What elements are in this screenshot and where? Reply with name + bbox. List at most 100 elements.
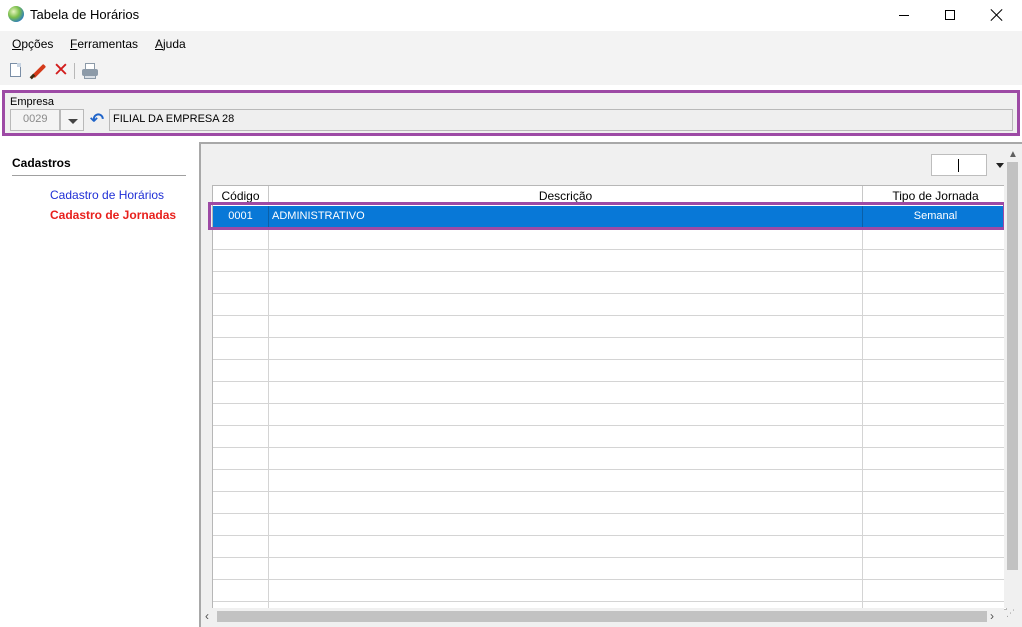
new-document-icon[interactable] — [6, 61, 26, 81]
column-header-codigo[interactable]: Código — [213, 186, 269, 205]
empty-cell — [863, 228, 1006, 250]
toolbar: ✕ — [0, 57, 1022, 85]
menu-ajuda[interactable]: Ajuda — [155, 37, 186, 51]
empty-cell — [213, 492, 269, 514]
app-icon — [8, 6, 24, 22]
sidebar-link-cadastro-horarios[interactable]: Cadastro de Horários — [50, 188, 164, 202]
refresh-icon[interactable]: ↶ — [87, 110, 107, 130]
maximize-icon — [945, 10, 955, 20]
empty-cell — [213, 382, 269, 404]
empty-row[interactable] — [213, 338, 1006, 360]
empty-row[interactable] — [213, 316, 1006, 338]
empty-cell — [863, 404, 1006, 426]
scroll-left-icon[interactable]: ‹ — [205, 609, 209, 623]
empty-row[interactable] — [213, 250, 1006, 272]
empty-row[interactable] — [213, 558, 1006, 580]
empty-cell — [213, 514, 269, 536]
maximize-button[interactable] — [927, 0, 973, 30]
menu-ferramentas[interactable]: Ferramentas — [70, 37, 138, 51]
scroll-right-icon[interactable]: › — [990, 609, 994, 623]
empty-row[interactable] — [213, 360, 1006, 382]
horizontal-scrollbar[interactable]: ‹ › — [201, 608, 1004, 625]
empresa-dropdown-button[interactable] — [60, 109, 84, 131]
empty-cell — [213, 404, 269, 426]
vertical-scrollbar[interactable]: ▲ — [1004, 146, 1021, 608]
empty-row[interactable] — [213, 426, 1006, 448]
empty-cell — [213, 228, 269, 250]
cell-codigo: 0001 — [213, 206, 269, 228]
resize-grip-icon[interactable]: ⋰ — [1006, 609, 1020, 624]
empty-row[interactable] — [213, 514, 1006, 536]
empty-row[interactable] — [213, 536, 1006, 558]
empty-row[interactable] — [213, 294, 1006, 316]
empty-cell — [269, 360, 863, 382]
empty-cell — [269, 470, 863, 492]
toolbar-separator — [74, 63, 75, 79]
empty-cell — [863, 360, 1006, 382]
empty-row[interactable] — [213, 580, 1006, 602]
empty-cell — [213, 558, 269, 580]
sidebar-divider — [12, 175, 186, 176]
empty-cell — [269, 250, 863, 272]
empty-cell — [213, 250, 269, 272]
horizontal-scroll-thumb[interactable] — [217, 611, 987, 622]
empty-cell — [863, 448, 1006, 470]
chevron-down-icon — [996, 163, 1004, 168]
sidebar-link-cadastro-jornadas[interactable]: Cadastro de Jornadas — [50, 208, 176, 222]
menu-opcoes[interactable]: Opções — [12, 37, 53, 51]
empty-row[interactable] — [213, 404, 1006, 426]
search-input[interactable] — [931, 154, 987, 176]
empty-cell — [213, 470, 269, 492]
empty-cell — [269, 580, 863, 602]
empty-cell — [863, 492, 1006, 514]
close-icon — [991, 9, 1003, 21]
column-header-descricao[interactable]: Descrição — [269, 186, 863, 205]
empty-cell — [269, 404, 863, 426]
empty-cell — [863, 580, 1006, 602]
empty-cell — [269, 492, 863, 514]
menu-bar: Opções Ferramentas Ajuda — [0, 31, 1022, 57]
empty-row[interactable] — [213, 228, 1006, 250]
delete-icon[interactable]: ✕ — [51, 61, 71, 81]
empty-cell — [269, 272, 863, 294]
close-button[interactable] — [974, 0, 1020, 30]
column-header-tipo-jornada[interactable]: Tipo de Jornada — [863, 186, 1006, 205]
empty-cell — [213, 580, 269, 602]
table-row[interactable]: 0001 ADMINISTRATIVO Semanal — [213, 206, 1006, 228]
scroll-up-icon[interactable]: ▲ — [1008, 149, 1018, 160]
empty-cell — [863, 272, 1006, 294]
data-grid: Código Descrição Tipo de Jornada 0001 ADM… — [212, 185, 1007, 610]
empty-row[interactable] — [213, 492, 1006, 514]
edit-icon[interactable] — [28, 61, 48, 81]
empty-cell — [213, 338, 269, 360]
empty-cell — [213, 272, 269, 294]
empty-cell — [213, 536, 269, 558]
main-panel: Código Descrição Tipo de Jornada 0001 ADM… — [199, 142, 1022, 627]
window-title: Tabela de Horários — [30, 7, 140, 22]
empty-row[interactable] — [213, 448, 1006, 470]
empty-cell — [213, 294, 269, 316]
vertical-scroll-thumb[interactable] — [1007, 162, 1018, 570]
empty-cell — [863, 382, 1006, 404]
empty-cell — [863, 338, 1006, 360]
sidebar: Cadastros Cadastro de Horários Cadastro … — [0, 142, 198, 627]
empty-row[interactable] — [213, 470, 1006, 492]
empty-cell — [863, 514, 1006, 536]
title-bar: Tabela de Horários — [0, 0, 1022, 30]
chevron-down-icon — [68, 119, 78, 124]
empty-cell — [269, 228, 863, 250]
empty-row[interactable] — [213, 272, 1006, 294]
print-icon[interactable] — [80, 61, 100, 81]
empty-cell — [269, 316, 863, 338]
empty-cell — [213, 360, 269, 382]
empty-cell — [269, 448, 863, 470]
empty-cell — [269, 338, 863, 360]
cell-descricao: ADMINISTRATIVO — [269, 206, 863, 228]
empty-cell — [269, 536, 863, 558]
empty-cell — [863, 250, 1006, 272]
empresa-code-field[interactable]: 0029 — [10, 109, 60, 131]
cell-tipo: Semanal — [913, 210, 958, 222]
empty-cell — [863, 426, 1006, 448]
empty-row[interactable] — [213, 382, 1006, 404]
minimize-button[interactable] — [881, 0, 927, 30]
